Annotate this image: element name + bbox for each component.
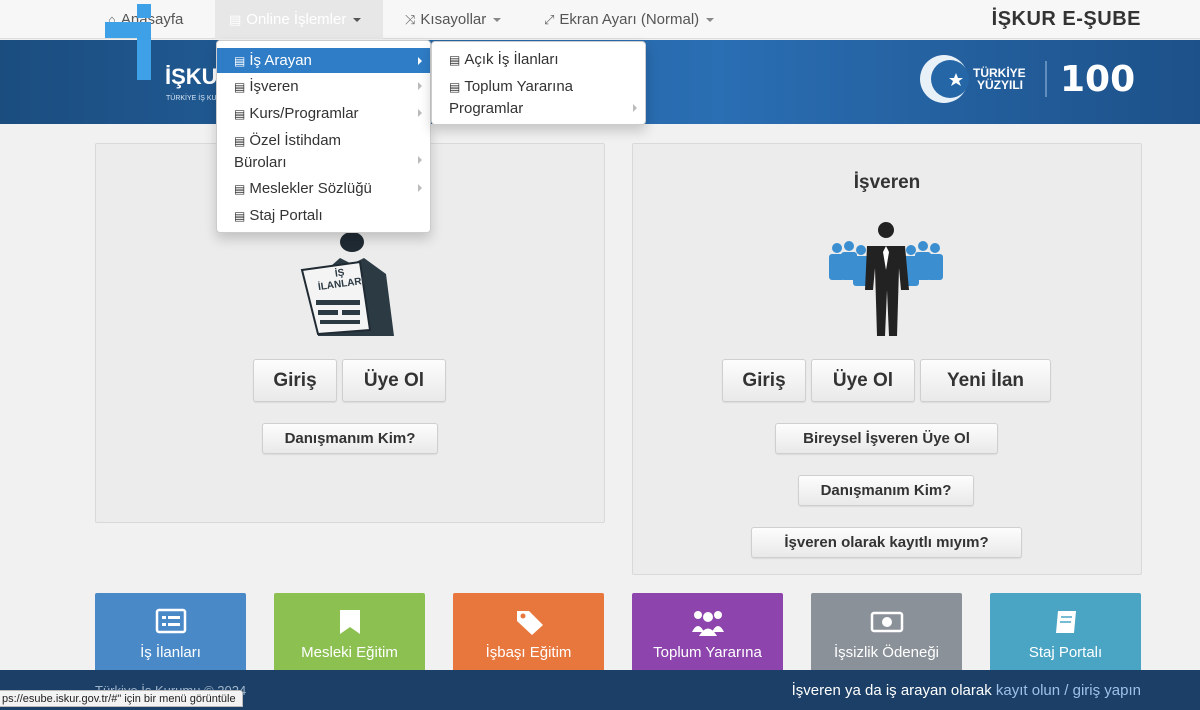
footer-register-link[interactable]: kayıt olun bbox=[996, 682, 1060, 699]
chevron-right-icon bbox=[418, 184, 422, 192]
svg-text:100: 100 bbox=[1060, 59, 1135, 100]
footer-auth-prompt: İşveren ya da iş arayan olarak kayıt olu… bbox=[791, 682, 1141, 699]
chevron-right-icon bbox=[418, 57, 422, 65]
book-icon bbox=[1056, 611, 1076, 633]
employer-team-icon bbox=[829, 222, 943, 336]
employer-advisor-button[interactable]: Danışmanım Kim? bbox=[798, 475, 974, 506]
menu-item-private-employment[interactable]: ▤ Özel İstihdam Büroları bbox=[217, 130, 430, 173]
chevron-right-icon bbox=[418, 109, 422, 117]
menu-item-occupations-dictionary[interactable]: ▤ Meslekler Sözlüğü bbox=[217, 178, 430, 200]
list-icon: ▤ bbox=[449, 53, 461, 67]
job-seeker-register-button[interactable]: Üye Ol bbox=[342, 359, 446, 402]
list-icon: ▤ bbox=[234, 134, 246, 148]
menu-item-internship-portal[interactable]: ▤ Staj Portalı bbox=[217, 205, 430, 227]
employer-login-button[interactable]: Giriş bbox=[722, 359, 806, 402]
individual-employer-register-button[interactable]: Bireysel İşveren Üye Ol bbox=[775, 423, 998, 454]
footer-login-link[interactable]: giriş yapın bbox=[1073, 682, 1141, 699]
list-icon: ▤ bbox=[234, 54, 246, 68]
job-seeker-advisor-button[interactable]: Danışmanım Kim? bbox=[262, 423, 438, 454]
employer-register-button[interactable]: Üye Ol bbox=[811, 359, 915, 402]
chevron-down-icon bbox=[353, 18, 362, 23]
list-icon bbox=[155, 608, 187, 634]
employer-new-ad-button[interactable]: Yeni İlan bbox=[920, 359, 1051, 402]
chevron-down-icon bbox=[706, 18, 715, 23]
expand-icon: ⤢ bbox=[544, 12, 555, 27]
job-seeker-submenu: ▤ Açık İş İlanları ▤ Toplum Yararına Progr… bbox=[431, 41, 646, 125]
menu-item-job-seeker[interactable]: ▤ İş Arayan bbox=[217, 48, 430, 73]
submenu-item-community-programs[interactable]: ▤ Toplum Yararına Programlar bbox=[432, 76, 645, 119]
chevron-down-icon bbox=[493, 18, 502, 23]
shuffle-icon: ⤨ bbox=[405, 12, 416, 27]
money-icon bbox=[870, 611, 904, 633]
nav-screen-settings[interactable]: ⤢ Ekran Ayarı (Normal) bbox=[544, 0, 715, 39]
menu-item-courses[interactable]: ▤ Kurs/Programlar bbox=[217, 103, 430, 125]
menu-item-employer[interactable]: ▤ İşveren bbox=[217, 76, 430, 98]
employer-registered-check-button[interactable]: İşveren olarak kayıtlı mıyım? bbox=[751, 527, 1022, 558]
window-icon: ▤ bbox=[234, 209, 246, 223]
brand-title: İŞKUR E-ŞUBE bbox=[991, 8, 1141, 30]
nav-shortcuts[interactable]: ⤨ Kısayollar bbox=[405, 0, 502, 39]
bookmark-icon bbox=[340, 610, 360, 634]
online-operations-menu: ▤ İş Arayan ▤ İşveren ▤ Kurs/Programlar ▤ Öz… bbox=[216, 40, 431, 233]
browser-status-bar: ps://esube.iskur.gov.tr/#" için bir menü… bbox=[0, 690, 243, 707]
nav-online-operations[interactable]: ▤ Online İşlemler bbox=[215, 0, 383, 39]
list-icon: ▤ bbox=[234, 107, 246, 121]
list-icon: ▤ bbox=[234, 182, 246, 196]
submenu-item-open-job-ads[interactable]: ▤ Açık İş İlanları bbox=[432, 49, 645, 71]
job-seeker-login-button[interactable]: Giriş bbox=[253, 359, 337, 402]
employer-title: İşveren bbox=[853, 172, 921, 193]
chevron-right-icon bbox=[418, 156, 422, 164]
chevron-right-icon bbox=[418, 82, 422, 90]
list-icon: ▤ bbox=[234, 80, 246, 94]
tr-logo-text: TÜRKİYE YÜZYILI bbox=[973, 66, 1026, 92]
list-icon: ▤ bbox=[229, 12, 242, 27]
tag-icon bbox=[517, 611, 543, 635]
turkiye-yuzyili-logo-icon: 100 bbox=[920, 55, 1135, 103]
list-icon: ▤ bbox=[449, 80, 461, 94]
chevron-right-icon bbox=[633, 104, 637, 112]
users-icon bbox=[692, 611, 724, 636]
